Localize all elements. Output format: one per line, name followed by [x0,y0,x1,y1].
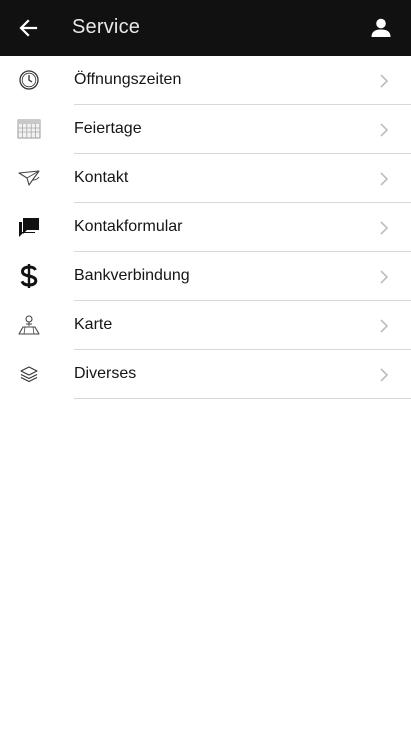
menu-item-bankverbindung[interactable]: Bankverbindung [0,252,411,301]
arrow-left-icon [19,19,38,37]
chevron-right-icon [380,221,389,235]
menu-item-oeffnungszeiten[interactable]: Öffnungszeiten [0,56,411,105]
map-person-icon [18,315,40,335]
chevron-right-icon [380,172,389,186]
menu-item-karte[interactable]: Karte [0,301,411,350]
menu-item-label: Diverses [74,365,137,382]
service-menu-list: Öffnungszeiten Feiertage Kontakt Kontakf… [0,56,411,399]
layers-icon [20,366,38,383]
chat-bubble-icon [19,218,39,237]
app-bar: Service [0,0,411,56]
page-title: Service [72,16,141,38]
menu-item-feiertage[interactable]: Feiertage [0,105,411,154]
menu-item-kontakt[interactable]: Kontakt [0,154,411,203]
back-button[interactable] [14,14,42,42]
account-button[interactable] [367,14,395,42]
chevron-right-icon [380,74,389,88]
person-icon [371,18,391,37]
menu-item-label: Feiertage [74,120,142,137]
paper-plane-icon [18,170,40,186]
menu-item-label: Kontakformular [74,218,183,235]
menu-item-label: Karte [74,316,113,333]
divider [74,398,411,399]
menu-item-kontakformular[interactable]: Kontakformular [0,203,411,252]
menu-item-diverses[interactable]: Diverses [0,350,411,399]
calendar-grid-icon [17,119,41,139]
menu-item-label: Bankverbindung [74,267,190,284]
chevron-right-icon [380,270,389,284]
chevron-right-icon [380,368,389,382]
clock-icon [19,70,39,90]
chevron-right-icon [380,123,389,137]
dollar-icon [20,264,38,288]
chevron-right-icon [380,319,389,333]
menu-item-label: Kontakt [74,169,129,186]
menu-item-label: Öffnungszeiten [74,71,182,88]
